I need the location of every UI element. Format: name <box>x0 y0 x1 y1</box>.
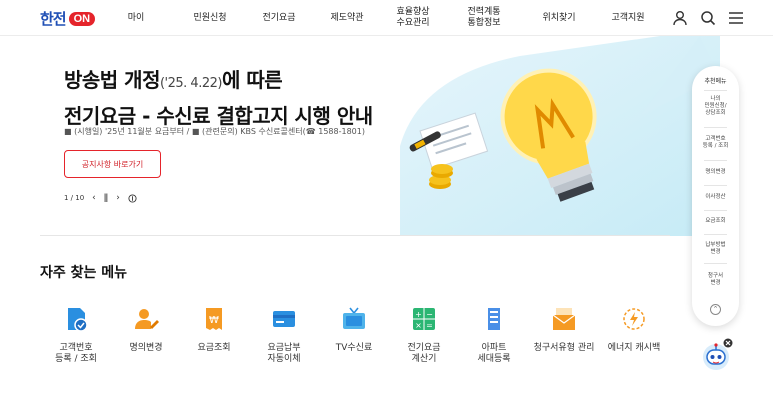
hero-note: ■ (시행일) '25년 11월분 요금부터 / ■ (관련문의) KBS 수신… <box>64 127 365 136</box>
svg-text:×: × <box>415 321 422 330</box>
svg-text:₩: ₩ <box>209 315 219 326</box>
separator <box>704 263 727 264</box>
quick-moving-settlement[interactable]: 이사정산 <box>692 194 739 201</box>
menu-apartment-register[interactable]: 아파트 세대등록 <box>458 305 530 365</box>
quick-bill-inquiry[interactable]: 요금조회 <box>692 218 739 225</box>
slide-counter: 1 / 10 <box>64 194 85 202</box>
card-payment-icon <box>273 311 295 327</box>
add-circle-icon[interactable] <box>128 193 137 203</box>
hamburger-menu-icon[interactable] <box>728 10 744 26</box>
menu-customer-number[interactable]: 고객번호 등록 / 조회 <box>40 305 112 365</box>
hero-illustration <box>400 36 720 236</box>
nav-location[interactable]: 위치찾기 <box>534 0 584 36</box>
logo-on-badge: ON <box>68 11 96 26</box>
menu-bill-type[interactable]: 청구서유형 관리 <box>528 305 600 354</box>
tv-icon <box>343 307 365 329</box>
menu-label: 청구서유형 관리 <box>533 343 595 353</box>
menu-label: 요금조회 <box>197 343 231 353</box>
menu-label: 아파트 세대등록 <box>477 343 511 364</box>
nav-terms[interactable]: 제도약관 <box>322 0 372 36</box>
separator <box>704 210 727 211</box>
search-icon[interactable] <box>700 10 716 26</box>
customer-number-icon <box>68 308 88 332</box>
nav-electric-bill[interactable]: 전기요금 <box>254 0 304 36</box>
menu-energy-cashback[interactable]: 에너지 캐시백 <box>598 305 670 354</box>
separator <box>704 160 727 161</box>
separator <box>704 234 727 235</box>
slide-pager: 1 / 10 ‹ ǁ › <box>64 193 137 203</box>
nav-efficiency[interactable]: 효율향상 수요관리 <box>388 0 438 36</box>
recommended-menu-panel: 추천메뉴 나의 민원신청/ 상담조회 고객번호 등록 / 조회 명의변경 이사정… <box>692 66 739 326</box>
separator <box>704 185 727 186</box>
scroll-up-icon[interactable]: ⌃ <box>710 304 721 315</box>
menu-label: 명의변경 <box>129 343 163 353</box>
quick-bill-change[interactable]: 청구서 변경 <box>692 273 739 287</box>
section-divider <box>40 235 670 236</box>
chatbot-icon[interactable] <box>700 338 734 372</box>
prev-slide-icon[interactable]: ‹ <box>92 193 96 203</box>
svg-text:−: − <box>426 310 433 319</box>
menu-bill-calculator[interactable]: + − × = 전기요금 계산기 <box>388 305 460 365</box>
svg-text:+: + <box>415 310 422 319</box>
quick-name-change[interactable]: 명의변경 <box>692 169 739 176</box>
svg-text:=: = <box>426 321 433 330</box>
quick-customer-number[interactable]: 고객번호 등록 / 조회 <box>692 136 739 150</box>
pause-icon[interactable]: ǁ <box>104 193 108 203</box>
header: 한전 ON 마이 민원신청 전기요금 제도약관 효율향상 수요관리 전력계통 통… <box>0 0 773 36</box>
menu-name-change[interactable]: 명의변경 <box>110 305 182 354</box>
name-change-icon <box>135 309 159 329</box>
hero-title-main: 방송법 개정 <box>64 68 160 92</box>
next-slide-icon[interactable]: › <box>116 193 120 203</box>
energy-cashback-icon <box>623 308 645 330</box>
apartment-icon <box>488 308 500 330</box>
hero-title-date: ('25. 4.22) <box>159 76 222 91</box>
logo[interactable]: 한전 ON <box>40 8 96 29</box>
hero-title: 방송법 개정('25. 4.22)에 따른 전기요금 - 수신료 결합고지 시행… <box>64 64 373 132</box>
menu-tv-fee[interactable]: TV수신료 <box>318 305 390 354</box>
logo-text: 한전 <box>40 11 67 28</box>
menu-auto-payment[interactable]: 요금납부 자동이체 <box>248 305 320 365</box>
nav-grid-info[interactable]: 전력계통 통합정보 <box>459 0 509 36</box>
menu-label: 에너지 캐시백 <box>607 343 661 353</box>
quick-my-request[interactable]: 나의 민원신청/ 상담조회 <box>692 96 739 117</box>
menu-label: 요금납부 자동이체 <box>267 343 301 364</box>
menu-bill-inquiry[interactable]: ₩ 요금조회 <box>178 305 250 354</box>
hero-title-tail: 에 따른 <box>221 68 283 92</box>
separator <box>704 90 727 91</box>
nav-support[interactable]: 고객지원 <box>603 0 653 36</box>
recommended-menu-title: 추천메뉴 <box>704 78 727 85</box>
menu-label: TV수신료 <box>335 343 373 353</box>
nav-my[interactable]: 마이 <box>116 0 156 36</box>
calculator-icon: + − × = <box>413 308 435 330</box>
notice-button[interactable]: 공지사항 바로가기 <box>64 150 161 178</box>
menu-label: 전기요금 계산기 <box>407 343 441 364</box>
nav-civil-request[interactable]: 민원신청 <box>185 0 235 36</box>
separator <box>704 127 727 128</box>
menu-label: 고객번호 등록 / 조회 <box>55 343 97 364</box>
envelope-icon <box>552 308 576 330</box>
bill-inquiry-icon: ₩ <box>206 308 222 330</box>
user-icon[interactable] <box>672 10 688 26</box>
quick-payment-method[interactable]: 납부방법 변경 <box>692 242 739 256</box>
frequent-menu-title: 자주 찾는 메뉴 <box>40 265 128 281</box>
